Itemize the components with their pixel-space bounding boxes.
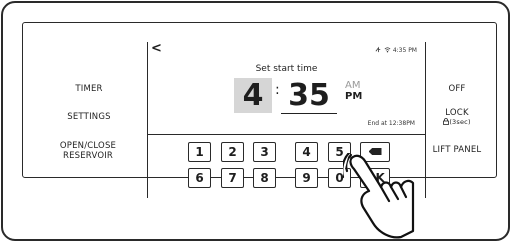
end-time-label: End at 12:38PM xyxy=(367,120,415,127)
reservoir-label: RESERVOIR xyxy=(62,151,114,161)
control-bezel: TIMER SETTINGS OPEN/CLOSE RESERVOIR OFF … xyxy=(22,22,497,198)
time-colon: : xyxy=(275,82,280,98)
status-time: 4:35 PM xyxy=(392,47,417,54)
off-button[interactable]: OFF xyxy=(427,84,487,94)
screen-title: Set start time xyxy=(255,64,318,74)
timer-button[interactable]: TIMER xyxy=(53,84,125,94)
key-1[interactable]: 1 xyxy=(188,142,211,162)
key-6[interactable]: 6 xyxy=(188,168,211,188)
minute-field[interactable]: 35 xyxy=(281,78,337,114)
key-4[interactable]: 4 xyxy=(295,142,318,162)
lock-label: LOCK xyxy=(445,108,469,118)
remote-control-icon xyxy=(375,46,381,53)
pm-option[interactable]: PM xyxy=(345,91,362,102)
am-pm-toggle[interactable]: AM PM xyxy=(345,80,362,102)
hour-field[interactable]: 4 xyxy=(234,78,272,113)
screen-divider xyxy=(148,134,425,135)
status-bar: 4:35 PM xyxy=(375,46,417,54)
open-close-reservoir-button[interactable]: OPEN/CLOSE RESERVOIR xyxy=(43,141,133,161)
key-8[interactable]: 8 xyxy=(253,168,276,188)
lift-panel-button[interactable]: LIFT PANEL xyxy=(417,145,497,155)
open-close-label: OPEN/CLOSE xyxy=(59,141,117,151)
pointing-hand-icon xyxy=(343,153,415,239)
am-option[interactable]: AM xyxy=(345,80,362,91)
lock-hold-hint: (3sec) xyxy=(427,118,487,126)
wifi-icon xyxy=(384,47,391,53)
lock-button[interactable]: LOCK (3sec) xyxy=(427,108,487,126)
back-arrow-icon[interactable]: < xyxy=(151,42,162,56)
appliance-control-panel: TIMER SETTINGS OPEN/CLOSE RESERVOIR OFF … xyxy=(1,1,510,241)
key-9[interactable]: 9 xyxy=(295,168,318,188)
key-3[interactable]: 3 xyxy=(253,142,276,162)
key-7[interactable]: 7 xyxy=(221,168,244,188)
key-2[interactable]: 2 xyxy=(221,142,244,162)
settings-button[interactable]: SETTINGS xyxy=(53,112,125,122)
